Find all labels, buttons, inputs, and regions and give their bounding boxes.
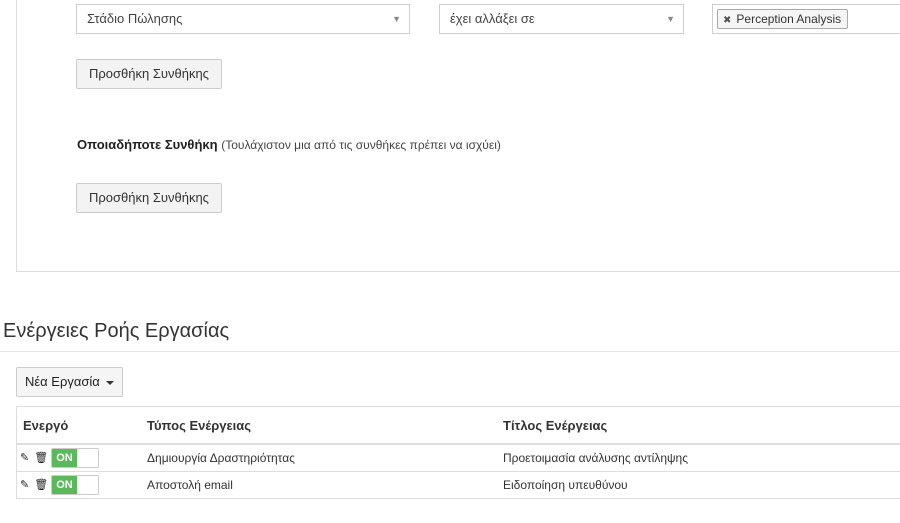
operator-select-value: έχει αλλάξει σε bbox=[450, 11, 535, 26]
chevron-down-icon: ▼ bbox=[392, 14, 401, 24]
row-actions: ✎ 🗑 bbox=[20, 445, 48, 472]
trash-icon[interactable]: 🗑 bbox=[34, 453, 48, 464]
operator-select[interactable]: έχει αλλάξει σε ▼ bbox=[439, 4, 684, 34]
all-conditions-panel bbox=[16, 0, 900, 272]
action-title: Ειδοποίηση υπευθύνου bbox=[503, 478, 628, 492]
active-toggle[interactable]: ON bbox=[51, 448, 99, 468]
trash-icon[interactable]: 🗑 bbox=[34, 480, 48, 491]
column-header-action-type: Τύπος Ενέργειας bbox=[147, 418, 252, 433]
toggle-on-label: ON bbox=[52, 476, 77, 494]
field-select[interactable]: Στάδιο Πώλησης ▼ bbox=[76, 4, 410, 34]
any-condition-title: Οποιαδήποτε Συνθήκη bbox=[77, 137, 218, 152]
column-header-active: Ενεργό bbox=[23, 418, 69, 433]
caret-down-icon bbox=[105, 380, 114, 385]
workflow-actions-title: Ενέργειες Ροής Εργασίας bbox=[3, 320, 230, 342]
new-task-label: Νέα Εργασία bbox=[25, 374, 100, 389]
action-type: Δημιουργία Δραστηριότητας bbox=[147, 451, 295, 465]
section-divider bbox=[0, 351, 900, 352]
action-type: Αποστολή email bbox=[147, 478, 233, 492]
chevron-down-icon: ▼ bbox=[666, 14, 675, 24]
column-header-action-title: Τίτλος Ενέργειας bbox=[503, 418, 608, 433]
field-select-value: Στάδιο Πώλησης bbox=[87, 11, 183, 26]
table-row: ✎ 🗑 ON Αποστολή email Ειδοποίηση υπευθύν… bbox=[17, 472, 900, 499]
value-tag-input[interactable]: ✖ Perception Analysis bbox=[712, 4, 900, 34]
value-tag: ✖ Perception Analysis bbox=[717, 9, 849, 29]
pencil-icon[interactable]: ✎ bbox=[20, 453, 29, 464]
workflow-actions-table: Ενεργό Τύπος Ενέργειας Τίτλος Ενέργειας … bbox=[16, 406, 900, 499]
table-row: ✎ 🗑 ON Δημιουργία Δραστηριότητας Προετοι… bbox=[17, 445, 900, 472]
pencil-icon[interactable]: ✎ bbox=[20, 480, 29, 491]
active-toggle[interactable]: ON bbox=[51, 475, 99, 495]
table-header-row: Ενεργό Τύπος Ενέργειας Τίτλος Ενέργειας bbox=[17, 407, 900, 445]
toggle-on-label: ON bbox=[52, 449, 77, 467]
action-title: Προετοιμασία ανάλυσης αντίληψης bbox=[503, 451, 688, 465]
new-task-button[interactable]: Νέα Εργασία bbox=[16, 367, 123, 397]
any-condition-heading: Οποιαδήποτε Συνθήκη (Τουλάχιστον μια από… bbox=[77, 137, 501, 152]
add-any-condition-button[interactable]: Προσθήκη Συνθήκης bbox=[76, 183, 222, 213]
row-actions: ✎ 🗑 bbox=[20, 472, 48, 499]
any-condition-hint: (Τουλάχιστον μια από τις συνθήκες πρέπει… bbox=[221, 138, 501, 152]
add-condition-button[interactable]: Προσθήκη Συνθήκης bbox=[76, 59, 222, 89]
close-icon[interactable]: ✖ bbox=[723, 15, 731, 26]
value-tag-label: Perception Analysis bbox=[736, 12, 842, 26]
